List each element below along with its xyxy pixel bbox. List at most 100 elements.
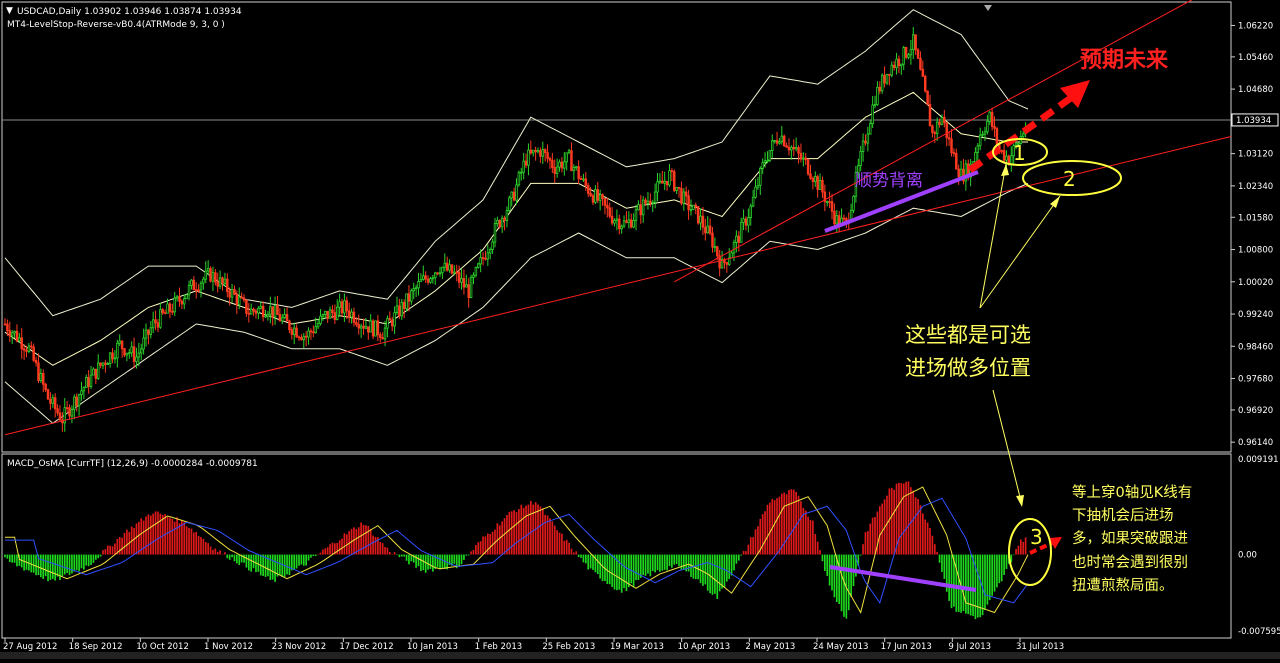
macd-histogram-bar xyxy=(553,525,556,555)
candle-body xyxy=(68,407,71,417)
candle-body xyxy=(51,397,55,404)
macd-histogram-bar xyxy=(338,540,341,555)
macd-histogram-bar xyxy=(32,554,35,573)
macd-histogram-bar xyxy=(226,554,229,559)
candle-body xyxy=(919,57,922,70)
candle-body xyxy=(259,305,262,309)
candle-body xyxy=(462,278,466,288)
macd-histogram-bar xyxy=(202,538,205,555)
macd-histogram-bar xyxy=(219,550,221,555)
candle-body xyxy=(632,220,635,228)
candle-body xyxy=(711,232,714,248)
macd-tick-label: 0.009191 xyxy=(1238,455,1279,465)
candle-body xyxy=(128,352,131,355)
candle-body xyxy=(543,149,547,154)
macd-histogram-bar xyxy=(16,554,18,567)
candle-body xyxy=(312,331,315,334)
macd-histogram-bar xyxy=(238,554,241,565)
macd-histogram-bar xyxy=(245,554,248,568)
macd-histogram-bar xyxy=(286,554,288,575)
candle-body xyxy=(288,320,291,331)
date-tick-label: 2 May 2013 xyxy=(745,642,795,652)
macd-histogram-bar xyxy=(948,554,950,601)
candle-body xyxy=(555,166,559,174)
macd-histogram-bar xyxy=(544,514,547,555)
macd-histogram-bar xyxy=(429,554,432,569)
candle-body xyxy=(455,271,458,274)
candle-body xyxy=(739,221,743,243)
macd-histogram-bar xyxy=(362,524,365,555)
macd-histogram-bar xyxy=(988,554,991,601)
macd-histogram-bar xyxy=(577,554,580,557)
macd-histogram-bar xyxy=(783,492,786,555)
candle-body xyxy=(77,394,81,406)
macd-histogram-bar xyxy=(295,554,298,569)
candle-body xyxy=(137,352,141,358)
candle-body xyxy=(699,215,702,224)
macd-histogram-bar xyxy=(169,517,171,555)
candle-body xyxy=(673,171,676,191)
candle-body xyxy=(689,208,693,211)
candle-body xyxy=(696,206,700,224)
candle-body xyxy=(945,122,948,139)
macd-histogram-bar xyxy=(341,538,343,555)
macd-histogram-bar xyxy=(541,508,544,555)
candle-body xyxy=(620,225,623,230)
candle-body xyxy=(935,121,939,134)
macd-histogram-bar xyxy=(611,554,613,587)
macd-histogram-bar xyxy=(486,533,489,555)
macd-histogram-bar xyxy=(797,495,800,555)
candle-body xyxy=(324,311,327,315)
macd-histogram-bar xyxy=(826,554,829,576)
date-tick-label: 10 Apr 2013 xyxy=(678,642,731,652)
price-tick-label: 1.00020 xyxy=(1238,278,1273,288)
macd-histogram-bar xyxy=(40,554,42,578)
price-tick-label: 1.06220 xyxy=(1238,21,1273,31)
collapse-arrow-icon[interactable]: ▼ xyxy=(6,6,13,16)
candle-body xyxy=(367,326,370,333)
macd-histogram-bar xyxy=(632,554,635,587)
macd-histogram-bar xyxy=(761,514,764,555)
bottom-scrollbar[interactable] xyxy=(0,652,1280,659)
candle-body xyxy=(467,284,470,298)
candle-body xyxy=(257,307,260,314)
macd-histogram-bar xyxy=(152,513,155,555)
candle-body xyxy=(756,184,760,188)
candle-body xyxy=(522,160,525,173)
macd-histogram-bar xyxy=(764,511,766,555)
candle-body xyxy=(950,138,953,154)
candle-body xyxy=(37,362,40,381)
macd-histogram-bar xyxy=(551,521,554,555)
macd-histogram-bar xyxy=(800,501,802,555)
candle-body xyxy=(799,152,803,160)
candle-body xyxy=(357,324,360,329)
macd-histogram-bar xyxy=(623,554,625,589)
price-tick-label: 1.03120 xyxy=(1238,150,1273,160)
candle-body xyxy=(135,356,138,362)
candle-body xyxy=(96,362,100,379)
candle-body xyxy=(173,297,176,313)
candle-body xyxy=(30,345,33,348)
candle-body xyxy=(264,315,267,318)
candle-body xyxy=(577,166,580,179)
candle-body xyxy=(266,313,270,317)
macd-histogram-bar xyxy=(475,545,477,555)
macd-histogram-bar xyxy=(470,551,472,555)
macd-histogram-bar xyxy=(874,517,876,555)
candle-body xyxy=(809,173,812,179)
candle-body xyxy=(804,157,807,161)
macd-histogram-bar xyxy=(190,528,193,555)
candle-body xyxy=(651,201,654,204)
macd-histogram-bar xyxy=(1019,539,1022,555)
candle-body xyxy=(771,140,774,152)
macd-histogram-bar xyxy=(769,502,771,555)
candle-body xyxy=(144,329,148,339)
macd-histogram-bar xyxy=(807,516,809,555)
candle-body xyxy=(3,323,7,326)
candle-body xyxy=(912,34,915,50)
candle-body xyxy=(778,141,781,144)
candle-body xyxy=(876,86,879,105)
candle-body xyxy=(541,149,545,157)
candle-body xyxy=(309,330,313,333)
candle-body xyxy=(938,121,941,125)
